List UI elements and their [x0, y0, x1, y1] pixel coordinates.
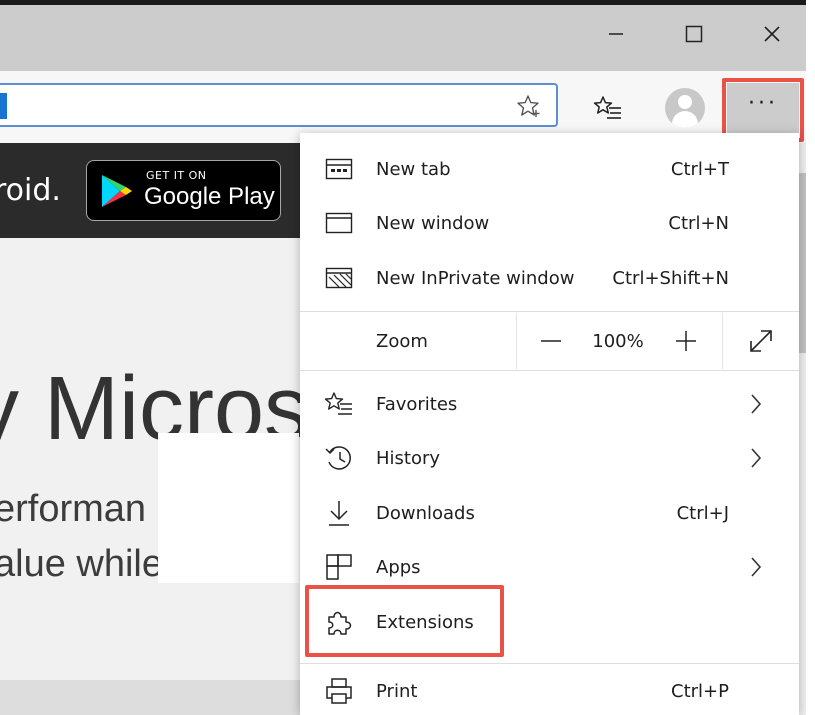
- menu-item-shortcut: Ctrl+N: [668, 213, 729, 234]
- favorites-list-button[interactable]: [588, 90, 628, 126]
- new-window-icon: [324, 210, 354, 236]
- menu-item-shortcut: Ctrl+P: [671, 681, 729, 702]
- badge-big-text: Google Play: [144, 183, 275, 210]
- maximize-button[interactable]: [671, 19, 717, 49]
- minimize-button[interactable]: [593, 19, 639, 49]
- menu-item-label: Favorites: [376, 394, 458, 415]
- menu-separator: [300, 370, 799, 371]
- profile-avatar-icon: [665, 88, 705, 128]
- fullscreen-icon: [750, 330, 772, 352]
- menu-item-label: New window: [376, 213, 490, 234]
- menu-item-new-inprivate-window[interactable]: New InPrivate window Ctrl+Shift+N: [300, 251, 799, 305]
- menu-item-new-tab[interactable]: New tab Ctrl+T: [300, 142, 799, 196]
- app-banner: roid. GET IT ON Google Play: [0, 143, 310, 238]
- address-bar[interactable]: [0, 83, 558, 127]
- chevron-right-icon: [751, 394, 762, 414]
- scrollbar-thumb[interactable]: [799, 173, 806, 353]
- hero-subtext-line-1: erforman: [0, 488, 147, 530]
- chevron-right-icon: [751, 557, 762, 577]
- close-icon: [764, 26, 780, 42]
- zoom-in-icon: [676, 331, 696, 351]
- close-button[interactable]: [749, 19, 795, 49]
- favorites-list-icon: [593, 96, 621, 119]
- badge-small-text: GET IT ON: [146, 169, 207, 182]
- zoom-row: Zoom 100%: [300, 313, 799, 369]
- new-tab-icon: [324, 156, 354, 182]
- address-text-selection: [0, 93, 7, 119]
- zoom-out-button[interactable]: [517, 313, 585, 369]
- maximize-icon: [685, 25, 703, 43]
- menu-item-label: New tab: [376, 159, 451, 180]
- zoom-value: 100%: [592, 331, 644, 352]
- chevron-right-icon: [751, 448, 762, 468]
- menu-item-label: History: [376, 448, 441, 469]
- zoom-in-button[interactable]: [651, 313, 721, 369]
- hero-subtext-line-2: alue while: [0, 543, 163, 585]
- menu-item-favorites[interactable]: Favorites: [300, 377, 799, 431]
- menu-item-history[interactable]: History: [300, 431, 799, 485]
- print-icon: [324, 678, 354, 704]
- menu-item-label: New InPrivate window: [376, 268, 575, 289]
- menu-item-shortcut: Ctrl+J: [676, 503, 729, 524]
- menu-item-print[interactable]: Print Ctrl+P: [300, 664, 799, 715]
- google-play-logo-icon: [102, 175, 132, 207]
- menu-item-label: Apps: [376, 557, 421, 578]
- screenshot-margin: [806, 5, 815, 715]
- zoom-label: Zoom: [376, 331, 428, 352]
- menu-separator: [300, 311, 799, 312]
- google-play-badge[interactable]: GET IT ON Google Play: [86, 160, 281, 221]
- extensions-highlight: [305, 585, 504, 657]
- add-to-favorites-star-icon[interactable]: [516, 94, 542, 122]
- menu-item-downloads[interactable]: Downloads Ctrl+J: [300, 486, 799, 540]
- page-scrollbar[interactable]: [799, 143, 806, 715]
- download-icon: [324, 500, 354, 526]
- minimize-icon: [609, 33, 623, 35]
- menu-item-new-window[interactable]: New window Ctrl+N: [300, 196, 799, 250]
- fullscreen-button[interactable]: [723, 313, 799, 369]
- zoom-out-icon: [541, 340, 561, 342]
- favorites-icon: [324, 391, 354, 417]
- apps-icon: [324, 554, 354, 580]
- profile-button[interactable]: [663, 88, 707, 128]
- history-icon: [324, 445, 354, 471]
- banner-text: roid.: [0, 173, 61, 208]
- menu-item-shortcut: Ctrl+T: [670, 159, 729, 180]
- browser-window: ··· roid. GET IT ON Google Play y Micros…: [0, 0, 806, 715]
- menu-item-label: Print: [376, 681, 418, 702]
- menu-item-label: Downloads: [376, 503, 475, 524]
- menu-item-shortcut: Ctrl+Shift+N: [612, 268, 729, 289]
- title-bar: [0, 5, 806, 71]
- inprivate-icon: [324, 265, 354, 291]
- blank-panel: [158, 433, 299, 583]
